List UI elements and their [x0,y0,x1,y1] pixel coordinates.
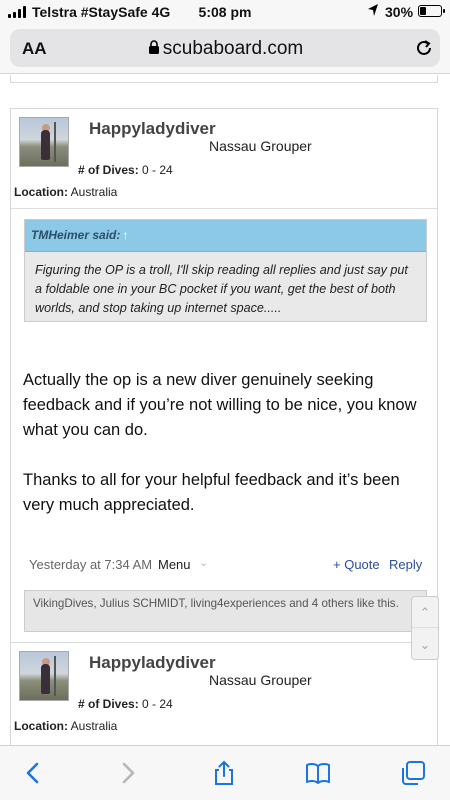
user-location: Location: Australia [14,719,118,733]
post-date[interactable]: Yesterday at 7:34 AM [29,557,152,572]
post-menu-button[interactable]: Menu [158,557,191,572]
tabs-icon[interactable] [400,760,426,786]
browser-address-area: AA scubaboard.com [0,24,450,74]
message-paragraph: Actually the op is a new diver genuinely… [23,371,417,439]
message-paragraph: Thanks to all for your helpful feedback … [23,471,400,514]
dive-count: # of Dives: 0 - 24 [78,697,173,711]
quote-author[interactable]: TMHeimer said: [31,228,120,242]
battery-percent: 30% [385,4,414,20]
username[interactable]: Happyladydiver [89,653,216,673]
reply-button[interactable]: Reply [389,557,422,572]
back-icon[interactable] [20,760,46,786]
clock: 5:08 pm [198,4,252,20]
jump-to-quote-icon[interactable]: ↑ [122,228,128,242]
quote-header: TMHeimer said: ↑ [25,220,426,252]
forward-icon[interactable] [115,760,141,786]
reload-icon[interactable] [414,38,434,58]
dive-count: # of Dives: 0 - 24 [78,163,173,177]
address-bar[interactable]: AA scubaboard.com [10,29,440,67]
post-message: Actually the op is a new diver genuinely… [23,368,428,543]
scroll-up-icon[interactable]: ⌃ [412,597,438,628]
url-domain[interactable]: scubaboard.com [10,38,440,60]
forum-post: Happyladydiver Nassau Grouper # of Dives… [10,108,438,653]
forum-post: Happyladydiver Nassau Grouper # of Dives… [10,642,438,745]
quote-text: Figuring the OP is a troll, I'll skip re… [35,263,408,315]
quote-button[interactable]: + Quote [333,557,380,572]
avatar[interactable] [19,651,69,701]
page-content: Happyladydiver Nassau Grouper # of Dives… [0,75,450,745]
browser-toolbar [0,745,450,800]
location-arrow-icon [367,3,379,20]
username[interactable]: Happyladydiver [89,119,216,139]
avatar[interactable] [19,117,69,167]
likes-summary[interactable]: VikingDives, Julius SCHMIDT, living4expe… [24,590,427,632]
scroll-down-icon[interactable]: ⌄ [412,629,438,660]
chevron-down-icon[interactable]: ⌄ [199,556,208,569]
battery-icon [418,5,445,17]
quote-block: TMHeimer said: ↑ Figuring the OP is a tro… [24,219,427,322]
bookmarks-icon[interactable] [305,760,331,786]
user-title: Nassau Grouper [209,138,312,154]
post-footer: Yesterday at 7:34 AM Menu ⌄ + Quote Repl… [29,557,427,577]
share-icon[interactable] [211,760,237,786]
status-bar: Telstra #StaySafe 4G 5:08 pm 30% [0,0,450,24]
scroll-controls: ⌃ ⌄ [411,596,439,660]
user-location: Location: Australia [14,185,118,199]
previous-post-edge [10,75,438,83]
divider [11,208,437,209]
user-title: Nassau Grouper [209,672,312,688]
